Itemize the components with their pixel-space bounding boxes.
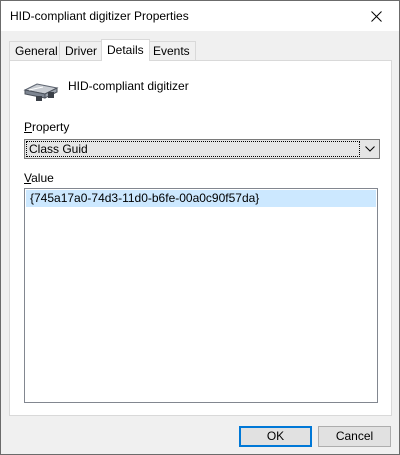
- title-bar[interactable]: HID-compliant digitizer Properties: [1, 1, 399, 31]
- tab-general[interactable]: General: [9, 41, 64, 60]
- list-item[interactable]: {745a17a0-74d3-11d0-b6fe-00a0c90f57da}: [26, 190, 376, 207]
- tab-details[interactable]: Details: [101, 39, 150, 61]
- properties-window: HID-compliant digitizer Properties Gener…: [0, 0, 400, 455]
- close-icon: [370, 10, 382, 22]
- details-panel: HID-compliant digitizer Property Class G…: [9, 60, 392, 416]
- value-label: Value: [24, 171, 54, 185]
- property-label: Property: [24, 120, 70, 134]
- tab-events[interactable]: Events: [147, 41, 196, 60]
- tab-driver[interactable]: Driver: [59, 41, 103, 60]
- device-name: HID-compliant digitizer: [68, 79, 189, 93]
- value-listbox[interactable]: {745a17a0-74d3-11d0-b6fe-00a0c90f57da}: [24, 188, 378, 403]
- property-selected-value: Class Guid: [26, 141, 360, 157]
- chevron-down-icon[interactable]: [363, 142, 377, 156]
- property-dropdown[interactable]: Class Guid: [24, 139, 380, 159]
- ok-button[interactable]: OK: [239, 426, 312, 447]
- cancel-button[interactable]: Cancel: [318, 426, 391, 447]
- close-button[interactable]: [353, 1, 399, 31]
- device-icon: [23, 83, 59, 101]
- tab-strip: General Driver Details Events: [9, 39, 389, 61]
- window-title: HID-compliant digitizer Properties: [10, 9, 189, 23]
